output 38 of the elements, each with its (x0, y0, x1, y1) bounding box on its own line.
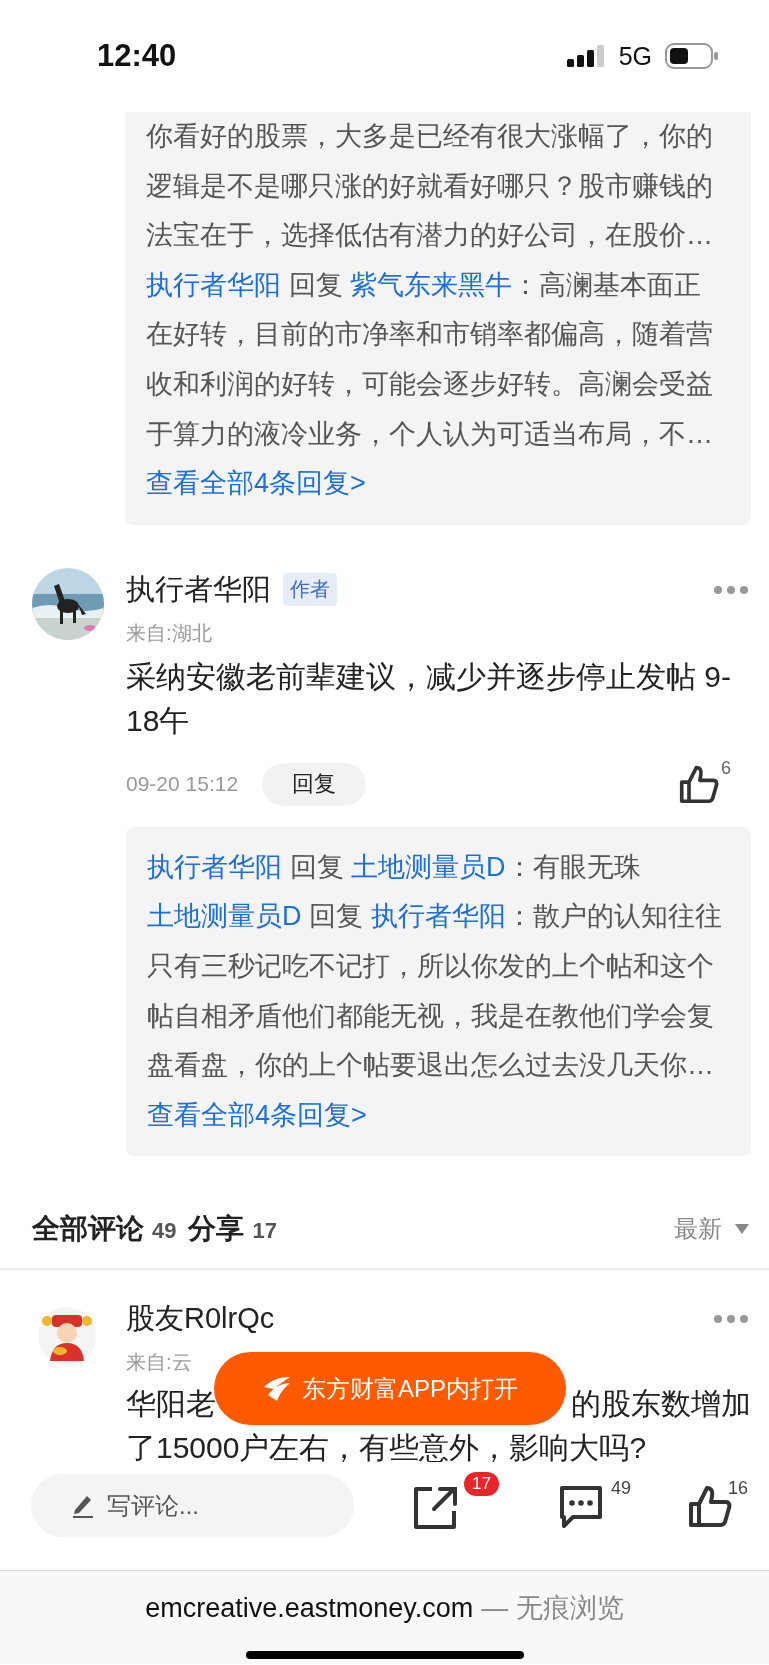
author-name[interactable]: 执行者华阳 (126, 569, 271, 610)
url-text[interactable]: emcreative.eastmoney.com (145, 1593, 474, 1623)
author-badge: 作者 (283, 573, 337, 607)
comment-text: 的股东数增加 (571, 1386, 751, 1423)
open-app-button[interactable]: 东方财富APP内打开 (214, 1352, 566, 1425)
user-link[interactable]: 土地测量员D (147, 901, 302, 932)
like-count: 6 (721, 758, 731, 780)
count-text: 49 (152, 1218, 177, 1245)
count-text: 17 (252, 1218, 277, 1245)
comment-text: 华阳老 (126, 1386, 216, 1423)
private-mode-label: — 无痕浏览 (481, 1593, 624, 1623)
location-text: 来自:云 (126, 1350, 193, 1376)
tab-label[interactable]: 全部评论 (32, 1210, 144, 1249)
view-all-replies-link[interactable]: 查看全部4条回复> (146, 459, 366, 509)
reply-text: 执行者华阳 回复 紫气东来黑牛：高澜基本面正在好转，目前的市净率和市销率都偏高，随着营收和利润的好转，可能会逐步好转。高澜会受益于算力的液冷业务，个人认为可适当布局，不… (146, 268, 714, 451)
comment-text: 采纳安徽老前辈建议，减少并逐步停止发帖 9-18午 (126, 658, 732, 739)
timestamp: 09-20 15:12 (126, 772, 239, 797)
user-link[interactable]: 紫气东来黑牛 (350, 269, 512, 300)
location-text: 来自:湖北 (126, 620, 213, 646)
reply-text: 你看好的股票，大多是已经有很大涨幅了，你的逻辑是不是哪只涨的好就看好哪只？股市赚钱的法宝在于，选择低估有潜力的好公司，在股价… (146, 120, 714, 253)
user-link[interactable]: 执行者华阳 (147, 851, 282, 882)
user-link[interactable]: 执行者华阳 (370, 901, 506, 932)
count-badge: 17 (464, 1472, 499, 1496)
like-count: 16 (728, 1478, 749, 1499)
reply-text: 土地测量员D 回复 执行者华阳：散户的认知往往只有三秒记吃不记打，所以你发的上个帖和这个帖自相矛盾他们都能无视，我是在教他们学会复盘看盘，你的上个帖要退出怎么过去没几天你… (147, 900, 723, 1083)
user-link[interactable]: 执行者华阳 (146, 269, 281, 300)
sort-dropdown[interactable]: 最新 (674, 1213, 750, 1246)
comment-input[interactable]: 写评论... (31, 1474, 354, 1537)
clock-time: 12:40 (97, 38, 177, 74)
author-name[interactable]: 股友R0lrQc (126, 1299, 275, 1340)
reply-button[interactable]: 回复 (262, 762, 367, 806)
user-link[interactable]: 土地测量员D (351, 851, 506, 882)
tab-label[interactable]: 分享 (188, 1210, 245, 1249)
network-label: 5G (618, 41, 652, 71)
reply-text: 执行者华阳 回复 土地测量员D：有眼无珠 (147, 850, 642, 884)
comment-text: 了15000户左右，有些意外，影响大吗? (126, 1430, 648, 1467)
comment-count: 49 (611, 1478, 632, 1499)
view-all-replies-link[interactable]: 查看全部4条回复> (147, 1090, 367, 1141)
